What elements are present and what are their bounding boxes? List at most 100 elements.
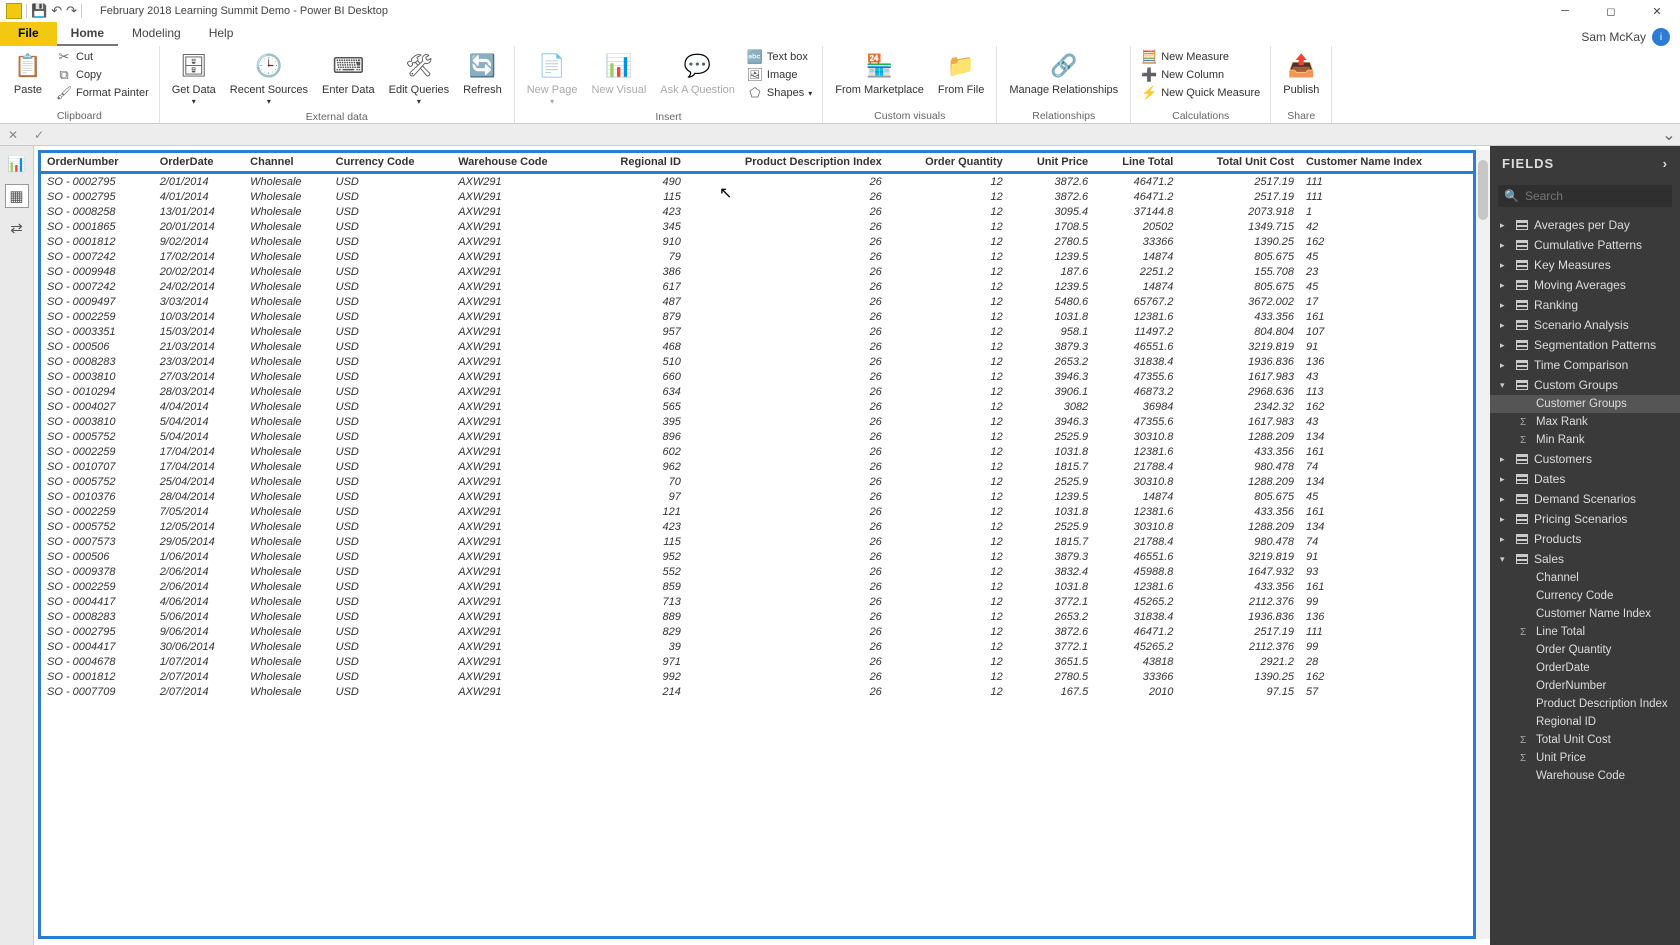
close-button[interactable]: ✕ bbox=[1634, 0, 1680, 22]
table-row[interactable]: SO - 00050621/03/2014WholesaleUSDAXW2914… bbox=[41, 339, 1473, 354]
table-row[interactable]: SO - 000381027/03/2014WholesaleUSDAXW291… bbox=[41, 369, 1473, 384]
column-header[interactable]: Warehouse Code bbox=[452, 153, 589, 173]
table-row[interactable]: SO - 000225917/04/2014WholesaleUSDAXW291… bbox=[41, 444, 1473, 459]
table-row[interactable]: SO - 0005061/06/2014WholesaleUSDAXW29195… bbox=[41, 549, 1473, 564]
fields-table-item[interactable]: ▸Segmentation Patterns bbox=[1490, 335, 1680, 355]
table-row[interactable]: SO - 000994820/02/2014WholesaleUSDAXW291… bbox=[41, 264, 1473, 279]
table-row[interactable]: SO - 00027959/06/2014WholesaleUSDAXW2918… bbox=[41, 624, 1473, 639]
refresh-button[interactable]: 🔄Refresh bbox=[457, 48, 508, 98]
table-row[interactable]: SO - 00094973/03/2014WholesaleUSDAXW2914… bbox=[41, 294, 1473, 309]
data-view-icon[interactable]: ▦ bbox=[5, 184, 29, 208]
table-row[interactable]: SO - 001037628/04/2014WholesaleUSDAXW291… bbox=[41, 489, 1473, 504]
table-row[interactable]: SO - 001029428/03/2014WholesaleUSDAXW291… bbox=[41, 384, 1473, 399]
column-header[interactable]: Line Total bbox=[1094, 153, 1179, 173]
column-header[interactable]: Regional ID bbox=[589, 153, 687, 173]
table-row[interactable]: SO - 00027952/01/2014WholesaleUSDAXW2914… bbox=[41, 173, 1473, 190]
manage-relationships-button[interactable]: 🔗Manage Relationships bbox=[1003, 48, 1124, 98]
table-row[interactable]: SO - 000575212/05/2014WholesaleUSDAXW291… bbox=[41, 519, 1473, 534]
formula-expand-icon[interactable]: ⌄ bbox=[1658, 125, 1680, 145]
column-header[interactable]: Channel bbox=[244, 153, 329, 173]
fields-field-item[interactable]: OrderDate bbox=[1490, 659, 1680, 677]
table-row[interactable]: SO - 000724217/02/2014WholesaleUSDAXW291… bbox=[41, 249, 1473, 264]
fields-field-item[interactable]: Channel bbox=[1490, 569, 1680, 587]
table-row[interactable]: SO - 00038105/04/2014WholesaleUSDAXW2913… bbox=[41, 414, 1473, 429]
fields-search[interactable]: 🔍 bbox=[1498, 185, 1672, 207]
fields-table-item[interactable]: ▸Scenario Analysis bbox=[1490, 315, 1680, 335]
table-row[interactable]: SO - 00082835/06/2014WholesaleUSDAXW2918… bbox=[41, 609, 1473, 624]
tab-modeling[interactable]: Modeling bbox=[118, 22, 195, 46]
table-row[interactable]: SO - 000757329/05/2014WholesaleUSDAXW291… bbox=[41, 534, 1473, 549]
fields-field-item[interactable]: ΣUnit Price bbox=[1490, 749, 1680, 767]
fields-table-item[interactable]: ▸Cumulative Patterns bbox=[1490, 235, 1680, 255]
fields-field-item[interactable]: OrderNumber bbox=[1490, 677, 1680, 695]
fields-table-item[interactable]: ▸Customers bbox=[1490, 449, 1680, 469]
column-header[interactable]: Total Unit Cost bbox=[1179, 153, 1300, 173]
column-header[interactable]: OrderDate bbox=[154, 153, 244, 173]
table-row[interactable]: SO - 000575225/04/2014WholesaleUSDAXW291… bbox=[41, 474, 1473, 489]
fields-field-item[interactable]: Customer Groups bbox=[1490, 395, 1680, 413]
report-view-icon[interactable]: 📊 bbox=[5, 152, 29, 176]
table-row[interactable]: SO - 000724224/02/2014WholesaleUSDAXW291… bbox=[41, 279, 1473, 294]
fields-field-item[interactable]: Customer Name Index bbox=[1490, 605, 1680, 623]
edit-queries-button[interactable]: 🛠Edit Queries▾ bbox=[383, 48, 456, 110]
fields-field-item[interactable]: ΣMax Rank bbox=[1490, 413, 1680, 431]
fields-table-item[interactable]: ▸Key Measures bbox=[1490, 255, 1680, 275]
copy-button[interactable]: ⧉Copy bbox=[52, 66, 153, 84]
column-header[interactable]: OrderNumber bbox=[41, 153, 154, 173]
table-row[interactable]: SO - 000335115/03/2014WholesaleUSDAXW291… bbox=[41, 324, 1473, 339]
get-data-button[interactable]: 🗄Get Data▾ bbox=[166, 48, 222, 110]
recent-sources-button[interactable]: 🕒Recent Sources▾ bbox=[224, 48, 314, 110]
new-column-button[interactable]: ➕New Column bbox=[1137, 66, 1264, 84]
vertical-scrollbar[interactable] bbox=[1476, 150, 1490, 939]
image-button[interactable]: 🖼Image bbox=[743, 66, 816, 84]
table-row[interactable]: SO - 000441730/06/2014WholesaleUSDAXW291… bbox=[41, 639, 1473, 654]
enter-data-button[interactable]: ⌨Enter Data bbox=[316, 48, 381, 98]
column-header[interactable]: Currency Code bbox=[330, 153, 453, 173]
fields-table-item[interactable]: ▸Demand Scenarios bbox=[1490, 489, 1680, 509]
column-header[interactable]: Order Quantity bbox=[888, 153, 1009, 173]
column-header[interactable]: Customer Name Index bbox=[1300, 153, 1473, 173]
save-icon[interactable]: 💾 bbox=[31, 3, 47, 19]
fields-field-item[interactable]: ΣLine Total bbox=[1490, 623, 1680, 641]
new-quick-measure-button[interactable]: ⚡New Quick Measure bbox=[1137, 84, 1264, 102]
table-row[interactable]: SO - 00027954/01/2014WholesaleUSDAXW2911… bbox=[41, 189, 1473, 204]
undo-icon[interactable]: ↶ bbox=[51, 3, 62, 19]
table-row[interactable]: SO - 00018129/02/2014WholesaleUSDAXW2919… bbox=[41, 234, 1473, 249]
tab-home[interactable]: Home bbox=[57, 22, 118, 46]
data-table[interactable]: OrderNumberOrderDateChannelCurrency Code… bbox=[38, 150, 1476, 939]
table-row[interactable]: SO - 00018122/07/2014WholesaleUSDAXW2919… bbox=[41, 669, 1473, 684]
fields-field-item[interactable]: ΣTotal Unit Cost bbox=[1490, 731, 1680, 749]
fields-field-item[interactable]: Warehouse Code bbox=[1490, 767, 1680, 785]
column-header[interactable]: Product Description Index bbox=[687, 153, 888, 173]
avatar[interactable]: i bbox=[1652, 28, 1670, 46]
table-row[interactable]: SO - 000825813/01/2014WholesaleUSDAXW291… bbox=[41, 204, 1473, 219]
tab-help[interactable]: Help bbox=[195, 22, 248, 46]
table-row[interactable]: SO - 000225910/03/2014WholesaleUSDAXW291… bbox=[41, 309, 1473, 324]
fields-field-item[interactable]: Product Description Index bbox=[1490, 695, 1680, 713]
table-row[interactable]: SO - 00093782/06/2014WholesaleUSDAXW2915… bbox=[41, 564, 1473, 579]
fields-expand-icon[interactable]: › bbox=[1663, 156, 1668, 171]
textbox-button[interactable]: 🔤Text box bbox=[743, 48, 816, 66]
table-row[interactable]: SO - 00022592/06/2014WholesaleUSDAXW2918… bbox=[41, 579, 1473, 594]
fields-field-item[interactable]: ΣMin Rank bbox=[1490, 431, 1680, 449]
table-row[interactable]: SO - 000828323/03/2014WholesaleUSDAXW291… bbox=[41, 354, 1473, 369]
table-row[interactable]: SO - 00040274/04/2014WholesaleUSDAXW2915… bbox=[41, 399, 1473, 414]
from-marketplace-button[interactable]: 🏪From Marketplace bbox=[829, 48, 930, 98]
publish-button[interactable]: 📤Publish bbox=[1277, 48, 1325, 98]
model-view-icon[interactable]: ⇄ bbox=[5, 216, 29, 240]
fields-table-item[interactable]: ▾Custom Groups bbox=[1490, 375, 1680, 395]
shapes-button[interactable]: ⬠Shapes▾ bbox=[743, 84, 816, 102]
format-painter-button[interactable]: 🖌Format Painter bbox=[52, 84, 153, 102]
fields-table-item[interactable]: ▸Dates bbox=[1490, 469, 1680, 489]
fields-field-item[interactable]: Regional ID bbox=[1490, 713, 1680, 731]
new-measure-button[interactable]: 🧮New Measure bbox=[1137, 48, 1264, 66]
formula-cancel-icon[interactable]: ✕ bbox=[0, 125, 26, 145]
table-row[interactable]: SO - 00046781/07/2014WholesaleUSDAXW2919… bbox=[41, 654, 1473, 669]
paste-button[interactable]: 📋Paste bbox=[6, 48, 50, 98]
fields-field-item[interactable]: Order Quantity bbox=[1490, 641, 1680, 659]
search-input[interactable] bbox=[1525, 189, 1680, 203]
fields-table-item[interactable]: ▸Time Comparison bbox=[1490, 355, 1680, 375]
table-row[interactable]: SO - 000186520/01/2014WholesaleUSDAXW291… bbox=[41, 219, 1473, 234]
fields-table-item[interactable]: ▾Sales bbox=[1490, 549, 1680, 569]
minimize-button[interactable]: ─ bbox=[1542, 0, 1588, 22]
